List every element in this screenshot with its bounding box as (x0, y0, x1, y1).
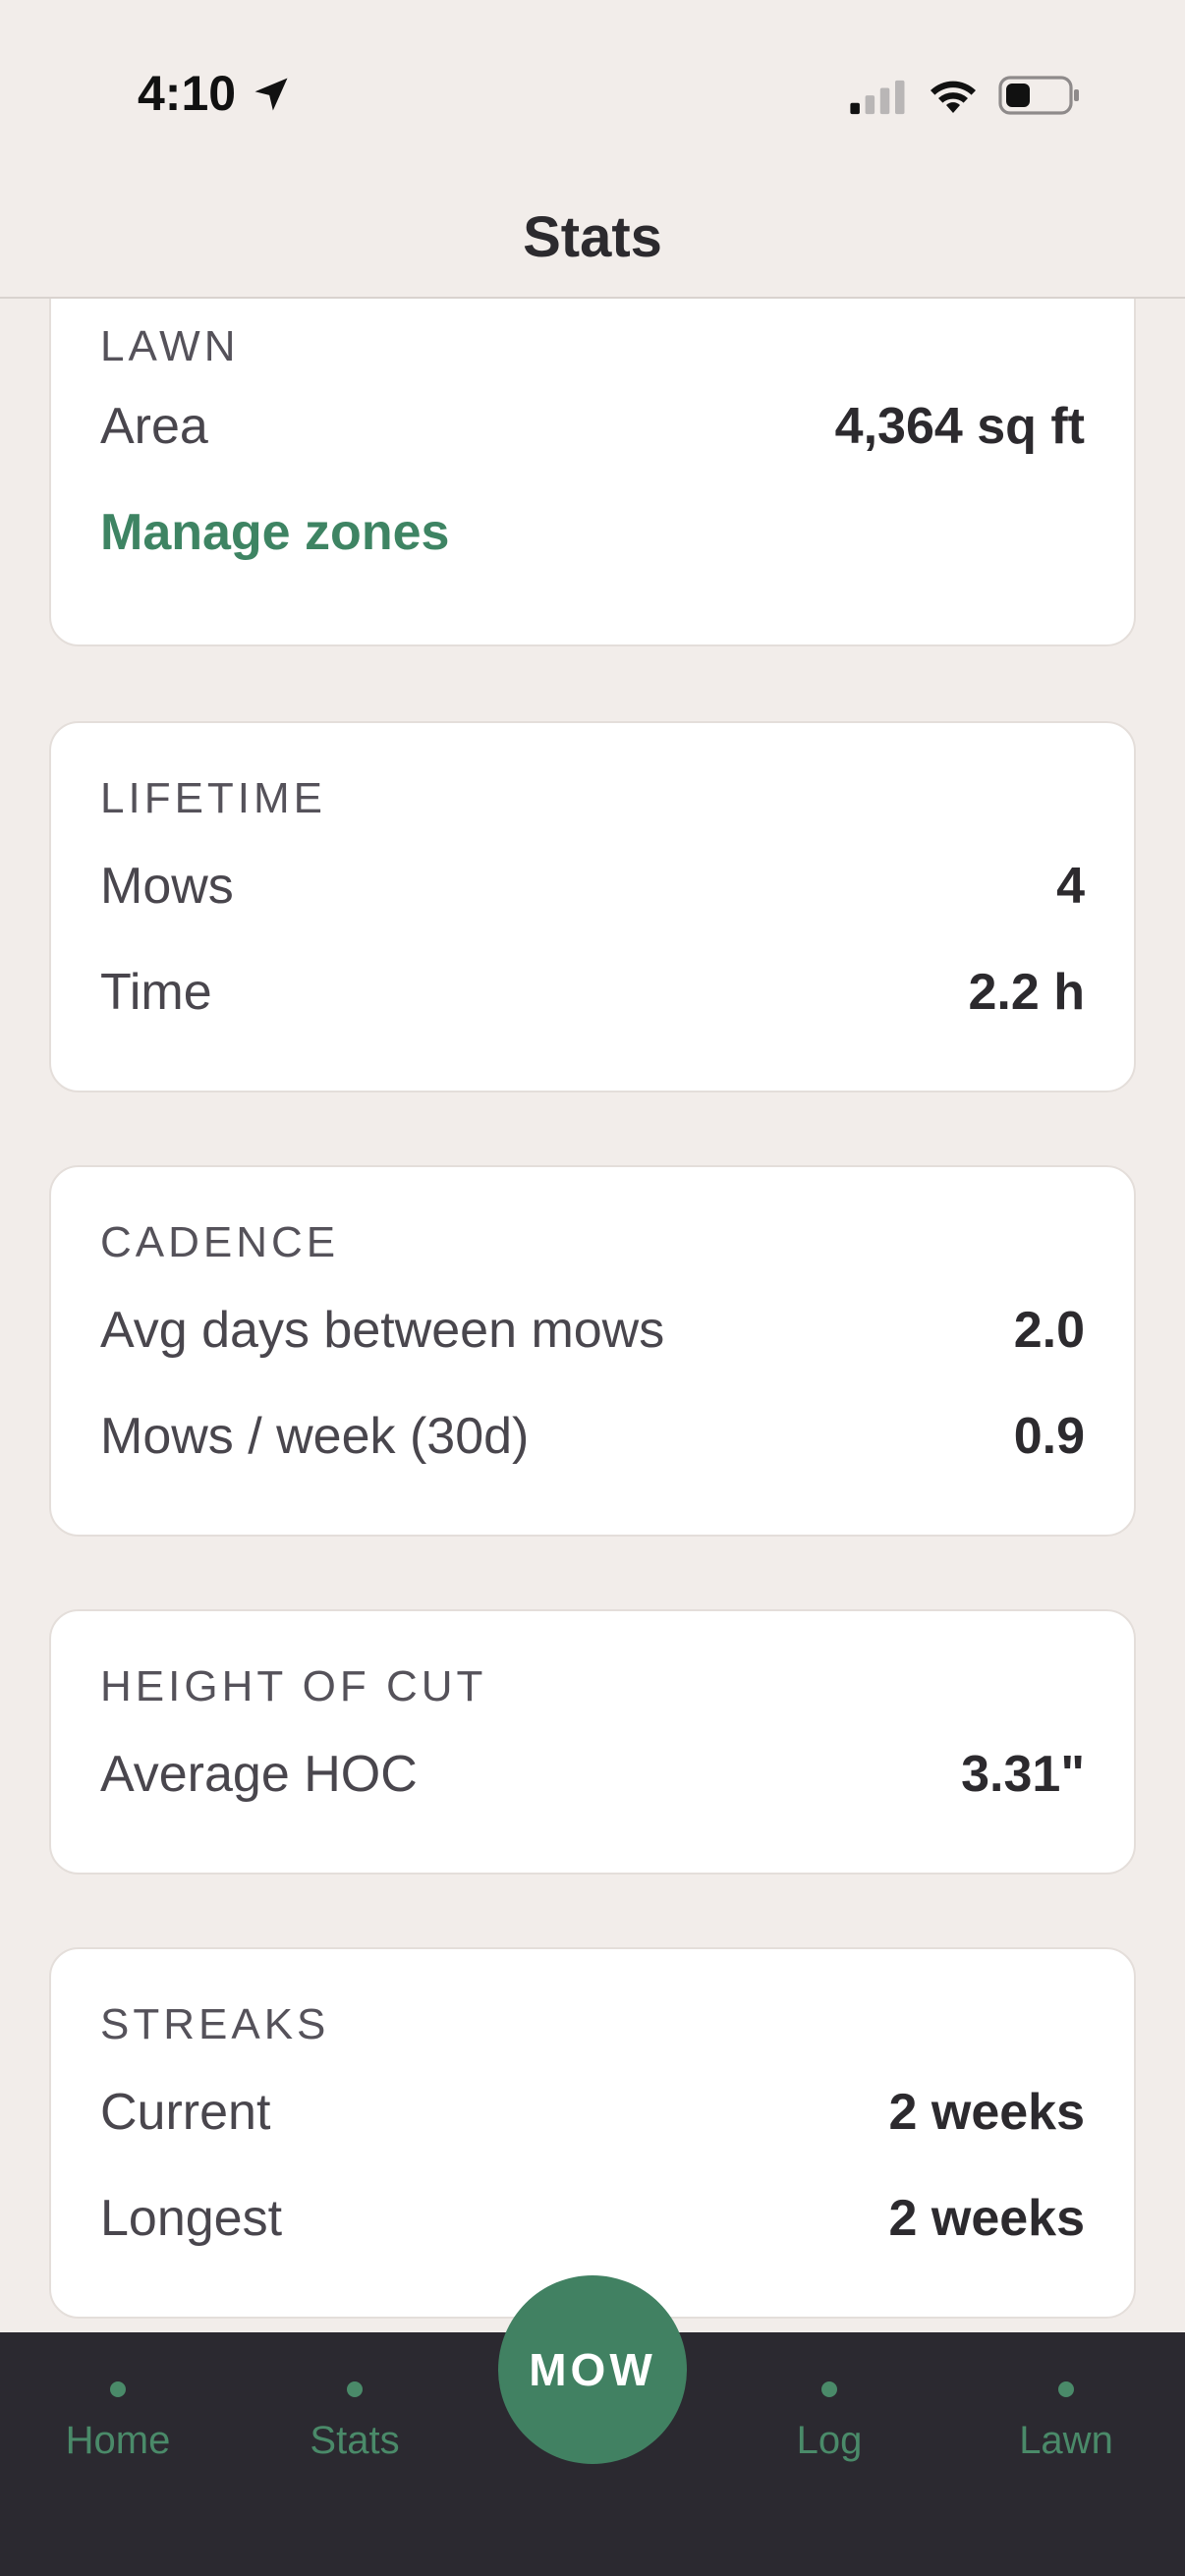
mows-value: 4 (1056, 858, 1085, 915)
current-streak-label: Current (100, 2084, 271, 2141)
location-arrow-icon (254, 78, 288, 111)
page-title: Stats (523, 205, 662, 269)
manage-zones-link[interactable]: Manage zones (100, 503, 449, 562)
mows-label: Mows (100, 858, 234, 915)
longest-streak-label: Longest (100, 2190, 283, 2247)
tab-lawn-label: Lawn (1019, 2419, 1113, 2462)
wifi-icon (931, 81, 976, 113)
lifetime-card: LIFETIME Mows 4 Time 2.2 h (49, 721, 1136, 1092)
status-time: 4:10 (138, 66, 237, 121)
nav-header: Stats (0, 187, 1185, 299)
hoc-heading: HEIGHT OF CUT (100, 1662, 487, 1710)
mows-per-week-value: 0.9 (1013, 1408, 1085, 1465)
stats-content[interactable]: LAWN Area 4,364 sq ft Manage zones LIFET… (0, 299, 1185, 2332)
time-label: Time (100, 964, 212, 1021)
streaks-heading: STREAKS (100, 2000, 330, 2048)
tab-home[interactable]: Home (0, 2332, 236, 2490)
lawn-dot-icon (1058, 2381, 1074, 2397)
avg-days-value: 2.0 (1013, 1302, 1085, 1359)
avg-days-label: Avg days between mows (100, 1302, 665, 1359)
tab-lawn[interactable]: Lawn (948, 2332, 1184, 2490)
longest-streak-value: 2 weeks (888, 2190, 1086, 2247)
area-label: Area (100, 398, 208, 455)
area-value: 4,364 sq ft (834, 398, 1085, 455)
average-hoc-value: 3.31" (961, 1746, 1085, 1803)
tab-stats-label: Stats (310, 2419, 400, 2462)
status-bar: 4:10 (0, 0, 1185, 187)
current-streak-value: 2 weeks (888, 2084, 1086, 2141)
stats-screen: 4:10 Stats LAWN Area 4,364 sq ft Manage … (0, 0, 1185, 2576)
mows-per-week-label: Mows / week (30d) (100, 1408, 530, 1465)
lifetime-heading: LIFETIME (100, 774, 327, 822)
tab-stats[interactable]: Stats (237, 2332, 473, 2490)
mow-button[interactable]: MOW (498, 2275, 687, 2464)
battery-icon (998, 76, 1079, 115)
tab-log-label: Log (796, 2419, 863, 2462)
streaks-card: STREAKS Current 2 weeks Longest 2 weeks (49, 1947, 1136, 2319)
hoc-card: HEIGHT OF CUT Average HOC 3.31" (49, 1609, 1136, 1875)
lawn-card: LAWN Area 4,364 sq ft Manage zones (49, 299, 1136, 646)
tab-log[interactable]: Log (711, 2332, 947, 2490)
log-dot-icon (821, 2381, 837, 2397)
home-dot-icon (110, 2381, 126, 2397)
cadence-card: CADENCE Avg days between mows 2.0 Mows /… (49, 1165, 1136, 1537)
average-hoc-label: Average HOC (100, 1746, 418, 1803)
lawn-heading: LAWN (100, 322, 240, 370)
time-value: 2.2 h (968, 964, 1086, 1021)
cadence-heading: CADENCE (100, 1218, 340, 1266)
stats-dot-icon (347, 2381, 363, 2397)
tab-home-label: Home (65, 2419, 171, 2462)
cellular-signal-icon (850, 80, 905, 115)
